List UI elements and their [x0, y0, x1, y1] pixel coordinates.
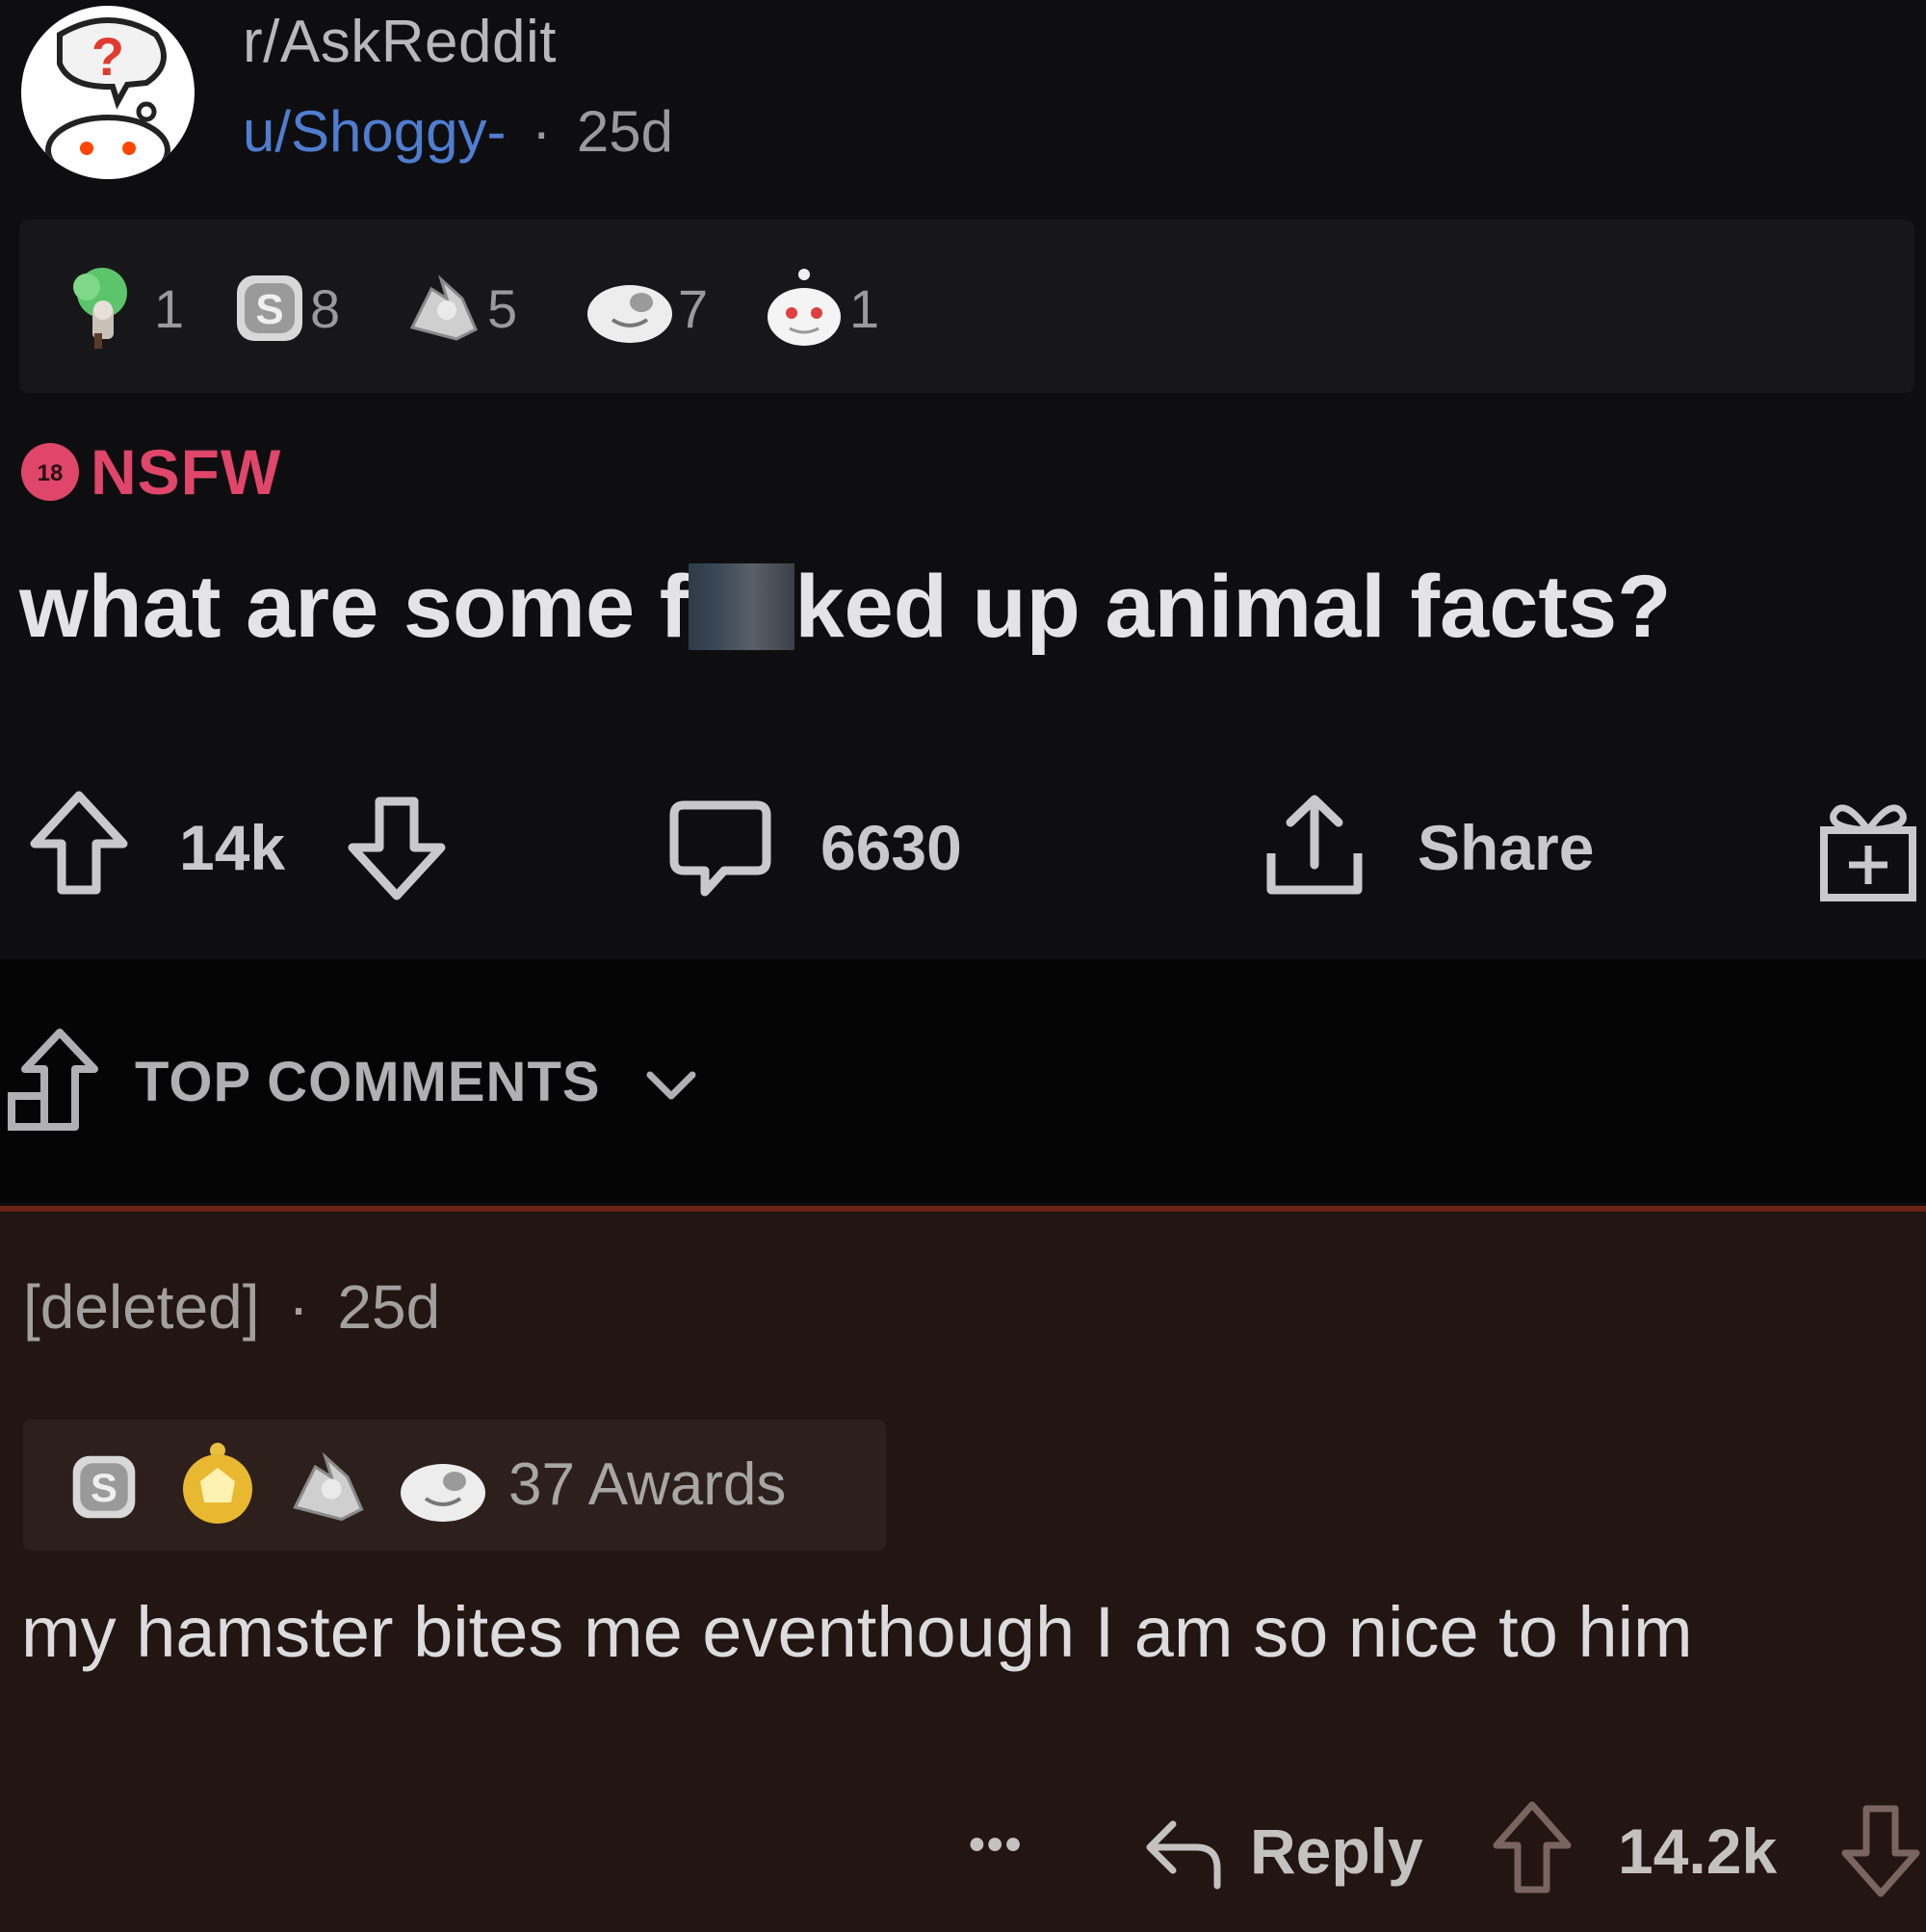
comment-awards-count: 37 Awards [508, 1451, 787, 1518]
award-wholesome[interactable]: 5 [403, 270, 517, 347]
comment-count[interactable]: 6630 [820, 811, 962, 884]
award-count: 7 [678, 277, 709, 339]
post-meta: u/Shoggy- · 25d [243, 98, 673, 165]
wholesome-award-icon [409, 274, 478, 341]
post-action-bar: 14k 6630 Share [0, 751, 1926, 953]
svg-text:S: S [255, 286, 283, 333]
svg-text:S: S [91, 1465, 117, 1510]
meta-separator: · [532, 99, 552, 164]
silver-award-icon: S [237, 275, 302, 341]
award-count: 1 [849, 277, 880, 339]
nsfw-18-icon: 18 [21, 443, 79, 501]
top-sort-icon [8, 1029, 98, 1131]
chevron-down-icon [646, 1071, 696, 1100]
subreddit-avatar[interactable]: ? [21, 6, 195, 179]
comment-downvote-icon[interactable] [1839, 1803, 1922, 1899]
comment-age: 25d [337, 1272, 441, 1342]
post-title[interactable]: what are some f ked up animal facts? [19, 557, 1671, 658]
comment-score: 14.2k [1618, 1815, 1778, 1887]
nsfw-tag: 18 NSFW [19, 435, 281, 509]
post-awards-strip[interactable]: 1 S 8 5 7 1 [19, 220, 1914, 393]
sort-label: TOP COMMENTS [135, 1051, 601, 1113]
reply-arrow-icon[interactable] [1142, 1813, 1225, 1893]
downvote-arrow-icon[interactable] [347, 794, 447, 901]
nsfw-label: NSFW [91, 436, 282, 508]
award-count: 8 [310, 277, 341, 339]
wholesome-award-icon [293, 1451, 364, 1522]
svg-text:18: 18 [38, 460, 64, 486]
censor-pixelation [689, 563, 795, 650]
askreddit-snoo-icon: ? [21, 6, 195, 179]
award-silver[interactable]: S 8 [231, 270, 340, 347]
snoo-laugh-award-icon [401, 1464, 485, 1522]
award-count: 5 [487, 277, 518, 339]
snoo-laugh-award-icon [587, 285, 672, 343]
author-link[interactable]: u/Shoggy- [243, 99, 507, 164]
comment-meta: [deleted] · 25d [23, 1271, 440, 1343]
subreddit-name[interactable]: r/AskReddit [243, 8, 557, 76]
reply-button[interactable]: Reply [1250, 1815, 1423, 1888]
sort-dropdown[interactable]: TOP COMMENTS [135, 1050, 700, 1114]
award-snoo-laugh[interactable]: 7 [584, 270, 708, 347]
gold-award-icon [183, 1443, 252, 1524]
share-icon[interactable] [1262, 790, 1367, 903]
snoo-cake-award-icon [768, 269, 841, 346]
title-part-2: ked up animal facts? [794, 558, 1672, 656]
share-label[interactable]: Share [1418, 811, 1594, 884]
upvote-arrow-icon[interactable] [29, 790, 129, 898]
post-vote-score: 14k [179, 812, 286, 883]
comment-author[interactable]: [deleted] [23, 1272, 260, 1342]
svg-text:?: ? [91, 26, 124, 87]
comment-body: my hamster bites me eventhough I am so n… [21, 1592, 1693, 1672]
comment-awards-strip[interactable]: S 37 Awards [23, 1420, 886, 1551]
meta-separator: · [288, 1272, 309, 1342]
helping-hand-award-icon [73, 268, 127, 349]
award-count: 1 [154, 277, 185, 339]
award-helping-hand[interactable]: 1 [64, 268, 185, 349]
comment-bubble-icon[interactable] [666, 796, 774, 903]
comment-upvote-icon[interactable] [1491, 1799, 1574, 1895]
title-part-1: what are some f [19, 558, 690, 656]
more-options-button[interactable]: ••• [969, 1818, 1023, 1871]
award-gift-icon[interactable] [1814, 790, 1920, 905]
award-snoo-cake[interactable]: 1 [761, 269, 880, 347]
silver-award-icon: S [72, 1455, 136, 1519]
post-age: 25d [576, 99, 673, 164]
